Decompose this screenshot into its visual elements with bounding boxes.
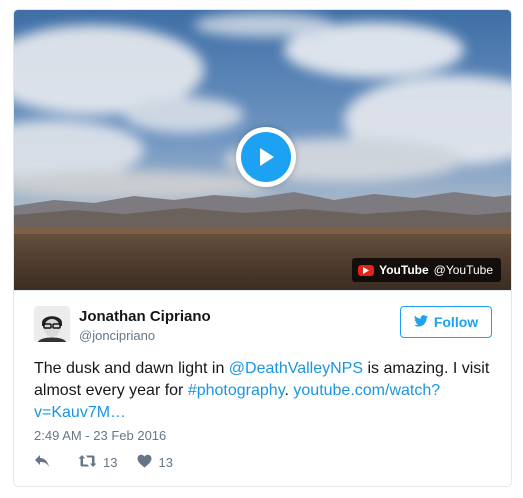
tweet-body: Jonathan Cipriano @joncipriano Follow Th… xyxy=(14,290,511,470)
avatar[interactable] xyxy=(34,306,70,342)
twitter-bird-icon xyxy=(413,314,428,330)
play-icon xyxy=(241,132,291,182)
tweet-actions: 13 13 xyxy=(34,454,173,471)
like-button[interactable]: 13 xyxy=(137,454,173,471)
tweet-card: YouTube @YouTube Jonathan Cipriano @jonc… xyxy=(13,9,512,487)
youtube-handle-label: @YouTube xyxy=(433,263,493,277)
play-button[interactable] xyxy=(236,127,296,187)
hashtag-link[interactable]: #photography xyxy=(188,382,285,399)
retweet-icon xyxy=(78,454,97,471)
mention-link[interactable]: @DeathValleyNPS xyxy=(229,360,363,377)
retweet-count: 13 xyxy=(103,455,118,470)
heart-icon xyxy=(137,454,152,471)
author-handle[interactable]: @joncipriano xyxy=(79,328,155,343)
youtube-logo-icon xyxy=(358,264,375,276)
follow-button[interactable]: Follow xyxy=(400,306,492,338)
video-preview[interactable]: YouTube @YouTube xyxy=(14,10,511,290)
author-name[interactable]: Jonathan Cipriano xyxy=(79,308,211,325)
follow-label: Follow xyxy=(433,314,479,330)
tweet-timestamp[interactable]: 2:49 AM - 23 Feb 2016 xyxy=(34,428,166,443)
tweet-text-part: The dusk and dawn light in xyxy=(34,360,229,377)
reply-button[interactable] xyxy=(34,454,50,471)
reply-icon xyxy=(34,454,50,471)
like-count: 13 xyxy=(158,455,173,470)
youtube-attribution-badge[interactable]: YouTube @YouTube xyxy=(352,258,501,282)
youtube-brand-label: YouTube xyxy=(379,263,429,277)
retweet-button[interactable]: 13 xyxy=(78,454,117,471)
tweet-text: The dusk and dawn light in @DeathValleyN… xyxy=(34,358,496,424)
